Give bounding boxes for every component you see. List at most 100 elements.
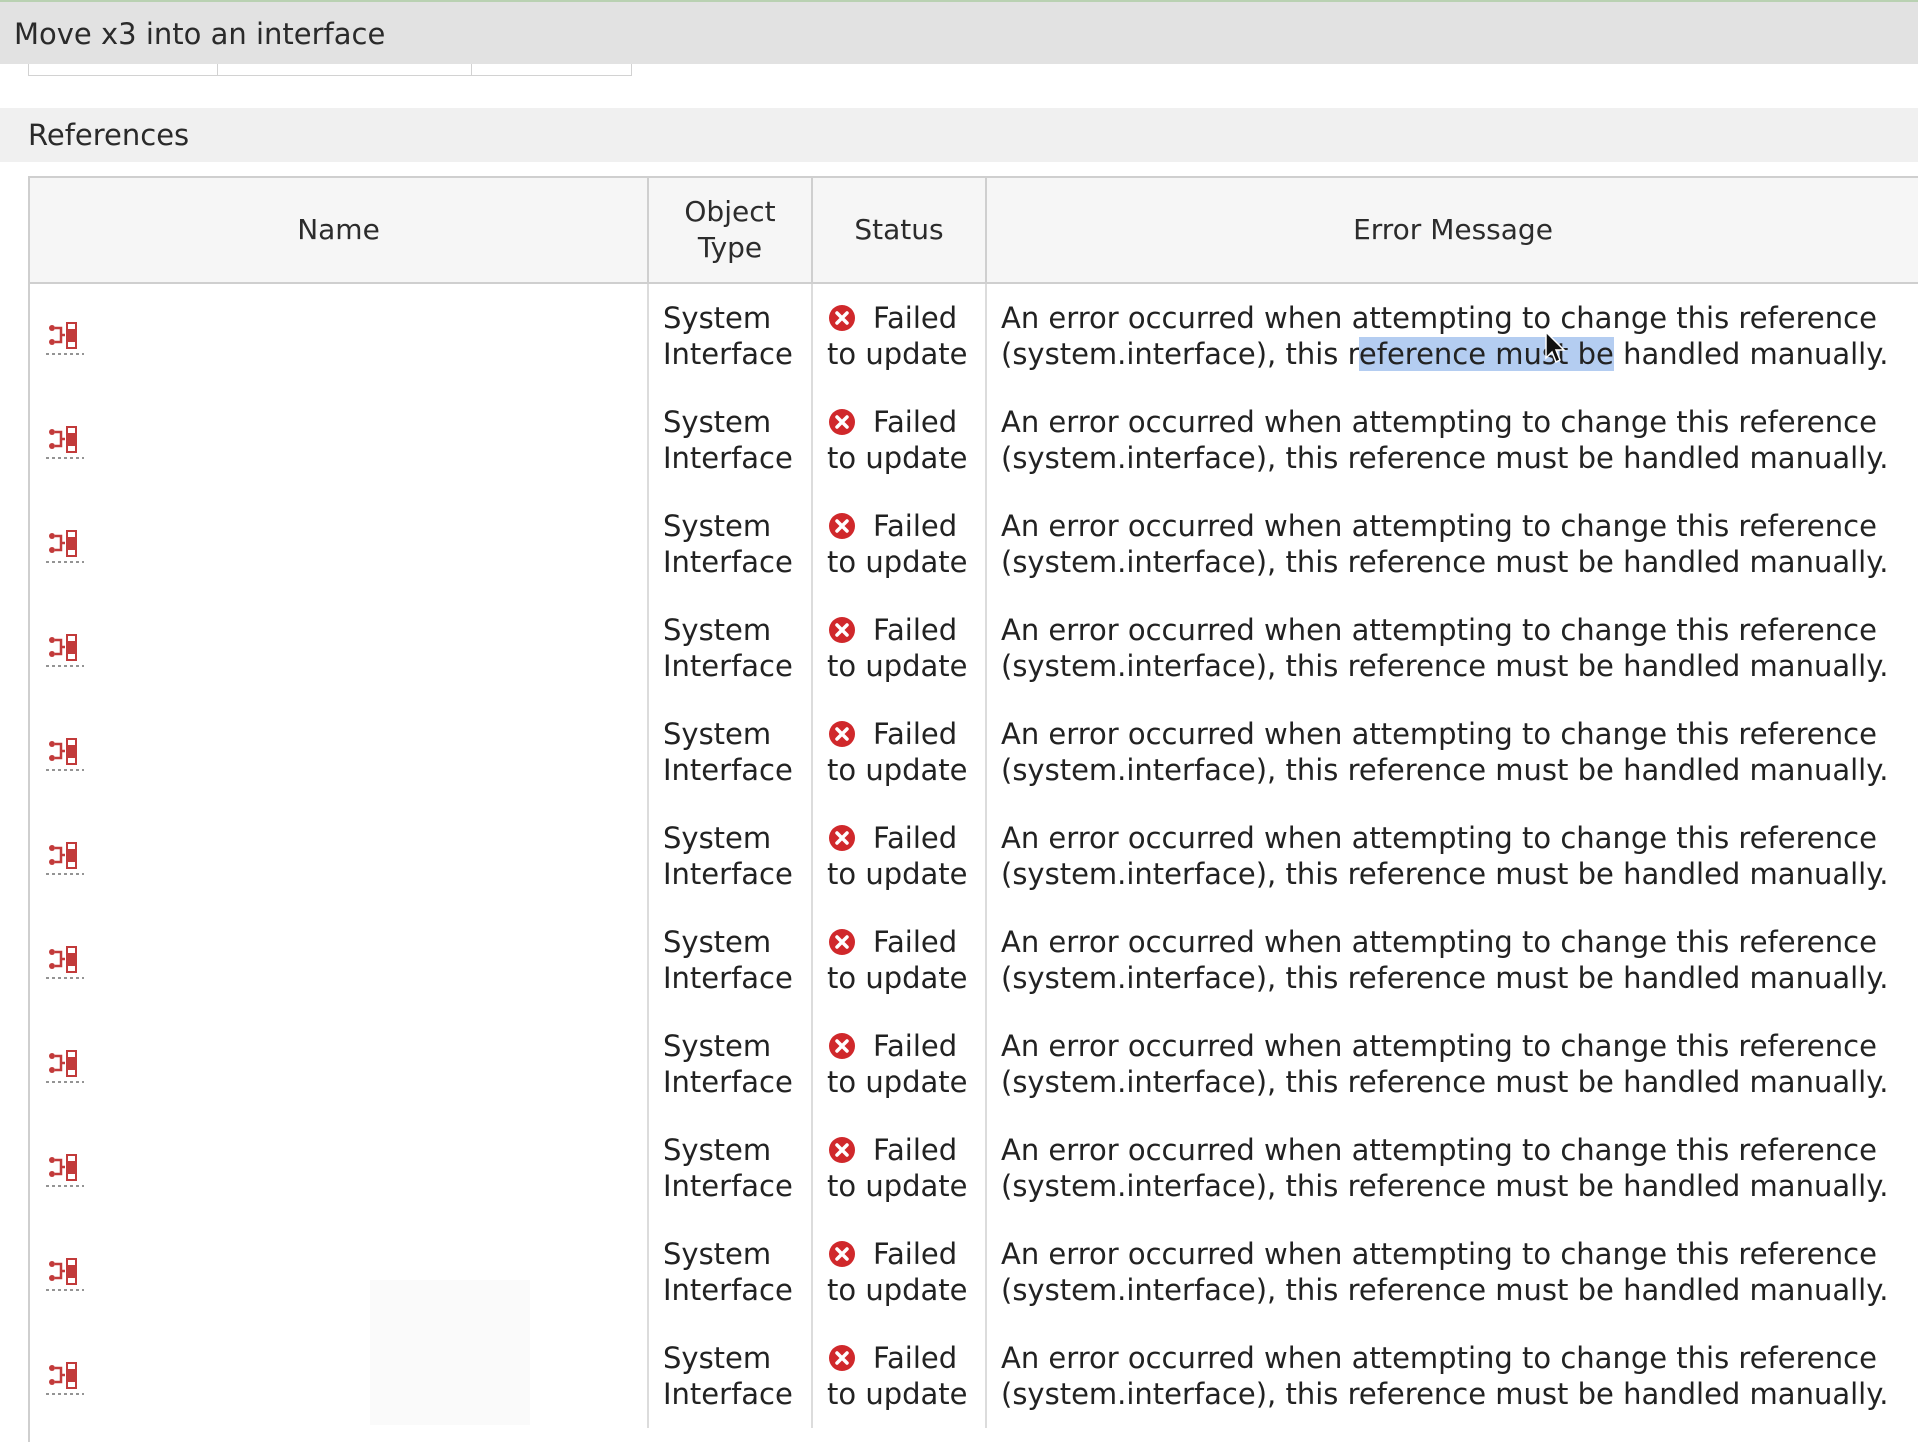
- error-circle-icon: [829, 1033, 855, 1059]
- error-message-text: An error occurred when attempting to cha…: [1001, 301, 1877, 335]
- system-interface-icon[interactable]: [46, 732, 88, 772]
- column-header-object-type[interactable]: Object Type: [648, 178, 813, 284]
- error-message-text: (system.interface), this reference must …: [1001, 961, 1889, 995]
- system-interface-icon[interactable]: [46, 1148, 88, 1188]
- references-table-container[interactable]: Name Object Type Status Error Message Sy…: [28, 176, 1918, 1442]
- error-message-text: (system.interface), this reference must …: [1001, 545, 1889, 579]
- references-section-header[interactable]: References: [0, 108, 1918, 162]
- name-cell[interactable]: [30, 388, 649, 492]
- error-message-text: (system.interface), this reference must …: [1001, 857, 1889, 891]
- system-interface-icon[interactable]: [46, 420, 88, 460]
- name-cell[interactable]: [30, 700, 649, 804]
- table-row[interactable]: System Interface Failed to update An err…: [30, 1012, 1918, 1116]
- error-message-text: An error occurred when attempting to cha…: [1001, 1237, 1877, 1271]
- system-interface-icon[interactable]: [46, 940, 88, 980]
- name-cell[interactable]: [30, 492, 649, 596]
- table-row[interactable]: System Interface Failed to update An err…: [30, 596, 1918, 700]
- name-cell[interactable]: [30, 596, 649, 700]
- error-message-text: (system.interface), this reference must …: [1001, 1065, 1889, 1099]
- status-text: to update: [827, 441, 968, 475]
- status-text: Failed: [873, 405, 958, 439]
- table-row[interactable]: System Interface Failed to update An err…: [30, 388, 1918, 492]
- object-type-text: System: [663, 301, 772, 335]
- table-row[interactable]: System Interface Failed to update An err…: [30, 700, 1918, 804]
- table-row[interactable]: System Interface Failed to update An err…: [30, 908, 1918, 1012]
- error-circle-icon: [829, 617, 855, 643]
- object-type-cell: System Interface: [648, 596, 813, 700]
- system-interface-icon[interactable]: [46, 628, 88, 668]
- column-header-name[interactable]: Name: [30, 178, 649, 284]
- faded-overlay: [370, 1280, 530, 1425]
- name-cell[interactable]: [30, 804, 649, 908]
- status-text: Failed: [873, 1237, 958, 1271]
- object-type-cell: System Interface: [648, 283, 813, 388]
- name-cell[interactable]: [30, 908, 649, 1012]
- object-type-cell: System Interface: [648, 1012, 813, 1116]
- status-text: Failed: [873, 1341, 958, 1375]
- name-cell[interactable]: [30, 1012, 649, 1116]
- error-message-text: An error occurred when attempting to cha…: [1001, 1029, 1877, 1063]
- references-table: Name Object Type Status Error Message Sy…: [30, 178, 1918, 1428]
- error-circle-icon: [829, 305, 855, 331]
- error-message-text: An error occurred when attempting to cha…: [1001, 1341, 1877, 1375]
- object-type-text: System: [663, 1133, 772, 1167]
- window-title-bar: Move x3 into an interface: [0, 0, 1918, 64]
- table-row[interactable]: System Interface Failed to update An err…: [30, 1116, 1918, 1220]
- status-cell: Failed to update: [812, 1220, 987, 1324]
- status-text: Failed: [873, 925, 958, 959]
- object-type-text: Interface: [663, 857, 793, 891]
- table-row[interactable]: System Interface Failed to update An err…: [30, 1220, 1918, 1324]
- error-circle-icon: [829, 721, 855, 747]
- system-interface-icon[interactable]: [46, 1356, 88, 1396]
- status-text: to update: [827, 753, 968, 787]
- status-text: Failed: [873, 1029, 958, 1063]
- table-row[interactable]: System Interface Failed to update An err…: [30, 804, 1918, 908]
- status-text: to update: [827, 337, 968, 371]
- status-text: to update: [827, 649, 968, 683]
- name-cell[interactable]: [30, 1116, 649, 1220]
- table-row[interactable]: System Interface Failed to update An err…: [30, 1324, 1918, 1428]
- table-row[interactable]: System Interface Failed to update An err…: [30, 492, 1918, 596]
- error-message-text: An error occurred when attempting to cha…: [1001, 717, 1877, 751]
- object-type-text: System: [663, 405, 772, 439]
- error-message-text: An error occurred when attempting to cha…: [1001, 925, 1877, 959]
- error-message-cell: An error occurred when attempting to cha…: [986, 908, 1918, 1012]
- table-header-row: Name Object Type Status Error Message: [30, 178, 1918, 284]
- object-type-text: Interface: [663, 441, 793, 475]
- column-header-label: Status: [854, 213, 944, 246]
- status-cell: Failed to update: [812, 492, 987, 596]
- system-interface-icon[interactable]: [46, 836, 88, 876]
- system-interface-icon[interactable]: [46, 1252, 88, 1292]
- system-interface-icon[interactable]: [46, 1044, 88, 1084]
- table-row[interactable]: System Interface Failed to update An err…: [30, 283, 1918, 388]
- object-type-text: Interface: [663, 649, 793, 683]
- previous-table-cell: [218, 64, 472, 75]
- status-cell: Failed to update: [812, 388, 987, 492]
- error-message-cell: An error occurred when attempting to cha…: [986, 1324, 1918, 1428]
- error-message-cell: An error occurred when attempting to cha…: [986, 283, 1918, 388]
- object-type-text: System: [663, 509, 772, 543]
- error-message-text: (system.interface), this reference must …: [1001, 1169, 1889, 1203]
- name-cell[interactable]: [30, 283, 649, 388]
- status-cell: Failed to update: [812, 1324, 987, 1428]
- error-message-text: (system.interface), this reference must …: [1001, 649, 1889, 683]
- error-circle-icon: [829, 409, 855, 435]
- name-cell[interactable]: [30, 1324, 649, 1428]
- column-header-status[interactable]: Status: [812, 178, 987, 284]
- error-circle-icon: [829, 1345, 855, 1371]
- status-cell: Failed to update: [812, 804, 987, 908]
- status-text: Failed: [873, 613, 958, 647]
- status-text: Failed: [873, 509, 958, 543]
- column-header-label: Error Message: [1353, 213, 1553, 246]
- status-cell: Failed to update: [812, 1012, 987, 1116]
- column-header-label: Name: [297, 213, 380, 246]
- previous-table-bottom: [28, 64, 632, 76]
- name-cell[interactable]: [30, 1220, 649, 1324]
- column-header-error-message[interactable]: Error Message: [986, 178, 1918, 284]
- system-interface-icon[interactable]: [46, 316, 88, 356]
- system-interface-icon[interactable]: [46, 524, 88, 564]
- text-selection: eference must be: [1358, 337, 1614, 371]
- error-message-cell: An error occurred when attempting to cha…: [986, 596, 1918, 700]
- error-message-cell: An error occurred when attempting to cha…: [986, 492, 1918, 596]
- error-circle-icon: [829, 1137, 855, 1163]
